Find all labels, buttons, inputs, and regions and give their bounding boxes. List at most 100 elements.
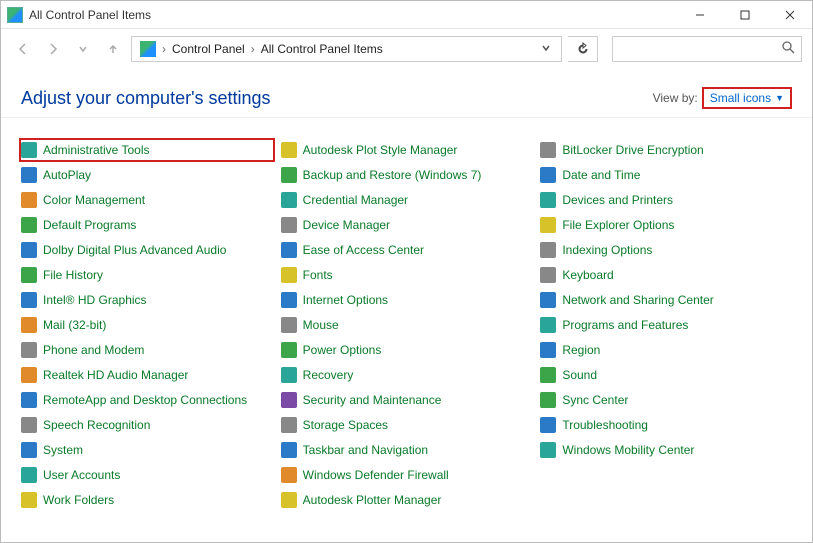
address-dropdown-button[interactable] <box>535 42 557 56</box>
cpl-item-autodesk-plotter-manager[interactable]: Autodesk Plotter Manager <box>279 488 535 512</box>
cpl-item-label: Credential Manager <box>303 193 408 207</box>
maximize-button[interactable] <box>722 1 767 29</box>
keyboard-icon <box>540 267 556 283</box>
cpl-item-label: Administrative Tools <box>43 143 150 157</box>
cpl-item-sound[interactable]: Sound <box>538 363 794 387</box>
cpl-item-default-programs[interactable]: Default Programs <box>19 213 275 237</box>
ease-of-access-center-icon <box>281 242 297 258</box>
cpl-item-windows-defender-firewall[interactable]: Windows Defender Firewall <box>279 463 535 487</box>
cpl-item-file-explorer-options[interactable]: File Explorer Options <box>538 213 794 237</box>
bitlocker-drive-encryption-icon <box>540 142 556 158</box>
cpl-item-internet-options[interactable]: Internet Options <box>279 288 535 312</box>
cpl-item-fonts[interactable]: Fonts <box>279 263 535 287</box>
work-folders-icon <box>21 492 37 508</box>
cpl-item-administrative-tools[interactable]: Administrative Tools <box>19 138 275 162</box>
cpl-item-backup-and-restore-windows-7[interactable]: Backup and Restore (Windows 7) <box>279 163 535 187</box>
autoplay-icon <box>21 167 37 183</box>
cpl-item-speech-recognition[interactable]: Speech Recognition <box>19 413 275 437</box>
security-and-maintenance-icon <box>281 392 297 408</box>
chevron-right-icon[interactable]: › <box>249 42 257 56</box>
cpl-item-label: Windows Defender Firewall <box>303 468 449 482</box>
cpl-item-date-and-time[interactable]: Date and Time <box>538 163 794 187</box>
cpl-item-mouse[interactable]: Mouse <box>279 313 535 337</box>
view-by-selector[interactable]: Small icons ▼ <box>702 87 792 109</box>
refresh-button[interactable] <box>568 36 598 62</box>
cpl-item-file-history[interactable]: File History <box>19 263 275 287</box>
window-title: All Control Panel Items <box>29 8 151 22</box>
view-by-label: View by: <box>653 91 698 105</box>
cpl-item-label: Power Options <box>303 343 382 357</box>
cpl-item-autodesk-plot-style-manager[interactable]: Autodesk Plot Style Manager <box>279 138 535 162</box>
cpl-item-system[interactable]: System <box>19 438 275 462</box>
cpl-item-network-and-sharing-center[interactable]: Network and Sharing Center <box>538 288 794 312</box>
breadcrumb-root[interactable]: Control Panel <box>168 42 249 56</box>
cpl-item-taskbar-and-navigation[interactable]: Taskbar and Navigation <box>279 438 535 462</box>
cpl-item-windows-mobility-center[interactable]: Windows Mobility Center <box>538 438 794 462</box>
cpl-item-mail-32-bit[interactable]: Mail (32-bit) <box>19 313 275 337</box>
cpl-item-label: Backup and Restore (Windows 7) <box>303 168 482 182</box>
cpl-item-region[interactable]: Region <box>538 338 794 362</box>
close-button[interactable] <box>767 1 812 29</box>
cpl-item-storage-spaces[interactable]: Storage Spaces <box>279 413 535 437</box>
up-button[interactable] <box>101 37 125 61</box>
cpl-item-bitlocker-drive-encryption[interactable]: BitLocker Drive Encryption <box>538 138 794 162</box>
default-programs-icon <box>21 217 37 233</box>
windows-mobility-center-icon <box>540 442 556 458</box>
cpl-item-phone-and-modem[interactable]: Phone and Modem <box>19 338 275 362</box>
speech-recognition-icon <box>21 417 37 433</box>
cpl-item-label: Sound <box>562 368 597 382</box>
cpl-item-work-folders[interactable]: Work Folders <box>19 488 275 512</box>
cpl-item-recovery[interactable]: Recovery <box>279 363 535 387</box>
forward-button[interactable] <box>41 37 65 61</box>
address-bar[interactable]: › Control Panel › All Control Panel Item… <box>131 36 562 62</box>
fonts-icon <box>281 267 297 283</box>
control-panel-items-grid: Administrative Tools AutoPlayColor Manage… <box>1 118 812 522</box>
breadcrumb-current[interactable]: All Control Panel Items <box>257 42 387 56</box>
cpl-item-indexing-options[interactable]: Indexing Options <box>538 238 794 262</box>
cpl-item-sync-center[interactable]: Sync Center <box>538 388 794 412</box>
page-title: Adjust your computer's settings <box>21 88 653 109</box>
cpl-item-dolby-digital-plus-advanced-audio[interactable]: Dolby Digital Plus Advanced Audio <box>19 238 275 262</box>
cpl-item-label: Speech Recognition <box>43 418 150 432</box>
cpl-item-intel-hd-graphics[interactable]: Intel® HD Graphics <box>19 288 275 312</box>
cpl-item-label: Fonts <box>303 268 333 282</box>
credential-manager-icon <box>281 192 297 208</box>
minimize-button[interactable] <box>677 1 722 29</box>
cpl-item-label: Sync Center <box>562 393 628 407</box>
chevron-right-icon[interactable]: › <box>160 42 168 56</box>
cpl-item-label: Autodesk Plot Style Manager <box>303 143 458 157</box>
cpl-item-programs-and-features[interactable]: Programs and Features <box>538 313 794 337</box>
back-button[interactable] <box>11 37 35 61</box>
windows-defender-firewall-icon <box>281 467 297 483</box>
cpl-item-color-management[interactable]: Color Management <box>19 188 275 212</box>
cpl-item-label: RemoteApp and Desktop Connections <box>43 393 247 407</box>
recent-locations-button[interactable] <box>71 37 95 61</box>
cpl-item-troubleshooting[interactable]: Troubleshooting <box>538 413 794 437</box>
cpl-item-label: Recovery <box>303 368 354 382</box>
cpl-item-credential-manager[interactable]: Credential Manager <box>279 188 535 212</box>
mail-32-bit-icon <box>21 317 37 333</box>
cpl-item-devices-and-printers[interactable]: Devices and Printers <box>538 188 794 212</box>
cpl-item-label: File History <box>43 268 103 282</box>
cpl-item-keyboard[interactable]: Keyboard <box>538 263 794 287</box>
cpl-item-autoplay[interactable]: AutoPlay <box>19 163 275 187</box>
cpl-item-realtek-hd-audio-manager[interactable]: Realtek HD Audio Manager <box>19 363 275 387</box>
storage-spaces-icon <box>281 417 297 433</box>
cpl-item-label: Date and Time <box>562 168 640 182</box>
troubleshooting-icon <box>540 417 556 433</box>
cpl-item-label: Keyboard <box>562 268 613 282</box>
cpl-item-user-accounts[interactable]: User Accounts <box>19 463 275 487</box>
cpl-item-label: Ease of Access Center <box>303 243 424 257</box>
dolby-digital-plus-advanced-audio-icon <box>21 242 37 258</box>
cpl-item-device-manager[interactable]: Device Manager <box>279 213 535 237</box>
cpl-item-security-and-maintenance[interactable]: Security and Maintenance <box>279 388 535 412</box>
cpl-item-label: Dolby Digital Plus Advanced Audio <box>43 243 226 257</box>
file-explorer-options-icon <box>540 217 556 233</box>
search-box[interactable] <box>612 36 802 62</box>
cpl-item-label: Autodesk Plotter Manager <box>303 493 442 507</box>
cpl-item-remoteapp-and-desktop-connections[interactable]: RemoteApp and Desktop Connections <box>19 388 275 412</box>
cpl-item-label: System <box>43 443 83 457</box>
cpl-item-power-options[interactable]: Power Options <box>279 338 535 362</box>
chevron-down-icon: ▼ <box>775 93 784 103</box>
cpl-item-ease-of-access-center[interactable]: Ease of Access Center <box>279 238 535 262</box>
